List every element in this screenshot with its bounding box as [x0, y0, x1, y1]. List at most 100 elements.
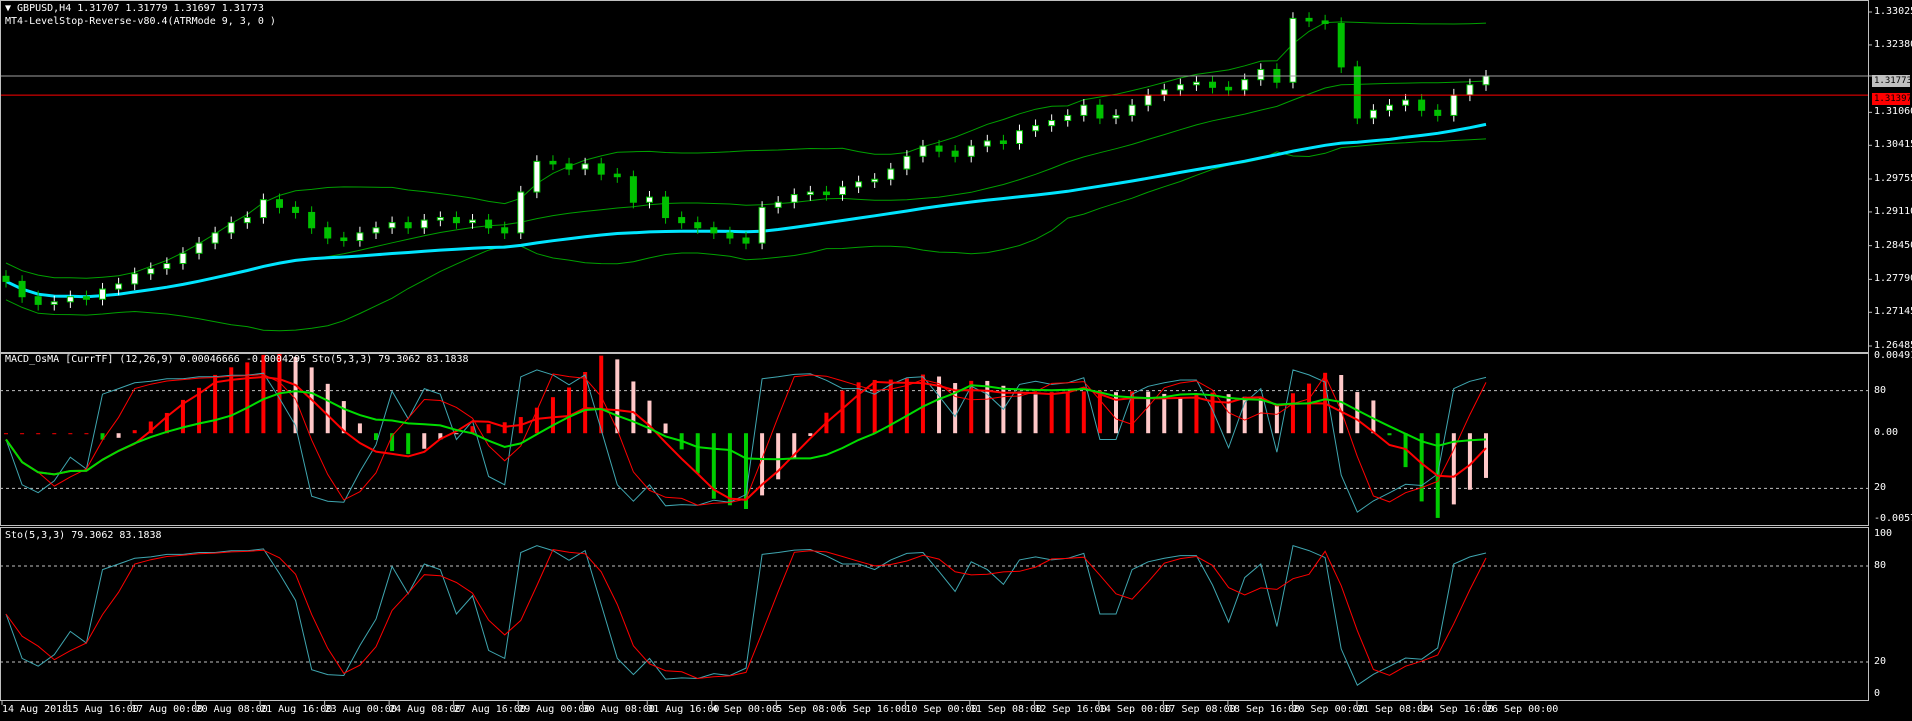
candle-body [758, 206, 766, 244]
macd-histogram-bar [1065, 392, 1070, 434]
macd-histogram-bar [1081, 391, 1086, 434]
candle-body [82, 296, 90, 300]
time-axis-label: 20 Aug 08:00 [195, 704, 268, 715]
candle-body [1434, 109, 1442, 116]
candle-body [469, 219, 477, 224]
candle-body [340, 237, 348, 242]
stochastic-axis-label: 20 [1874, 656, 1887, 667]
candle-body [1192, 81, 1200, 86]
macd-axis-label: -0.005734 [1874, 513, 1912, 524]
candle-body [887, 168, 895, 180]
candle-body [1048, 120, 1056, 127]
time-axis-label: 17 Sep 08:00 [1163, 704, 1236, 715]
candle-body [324, 227, 332, 239]
macd-histogram-bar [550, 397, 555, 434]
time-axis-label: 24 Aug 08:00 [389, 704, 462, 715]
macd-histogram-bar [116, 433, 121, 438]
macd-histogram-bar [663, 423, 668, 434]
candle-body [1080, 104, 1088, 116]
time-axis-label: 24 Sep 16:00 [1421, 704, 1494, 715]
macd-histogram-bar [856, 382, 861, 434]
macd-histogram-bar [985, 380, 990, 434]
candle-body [678, 217, 686, 224]
stochastic-axis-label: 80 [1874, 560, 1887, 571]
macd-histogram-bar [631, 381, 636, 434]
candle-body [1176, 84, 1184, 91]
candle-body [1402, 99, 1410, 106]
candle-body [243, 217, 251, 224]
price-axis-label: 1.27790 [1874, 273, 1912, 285]
macd-histogram-bar [1339, 375, 1344, 434]
price-axis-label: 1.28450 [1874, 239, 1912, 251]
macd-axis-label: 0.004913 [1874, 350, 1912, 361]
candle-body [50, 301, 58, 305]
macd-histogram-bar [261, 354, 266, 434]
candle-body [18, 280, 26, 298]
candle-body [195, 242, 203, 254]
macd-histogram-bar [325, 383, 330, 434]
stochastic-pane[interactable] [0, 545, 1868, 686]
bollinger-middle-band [5, 80, 1487, 298]
candle-body [275, 199, 283, 208]
candle-body [2, 275, 10, 282]
candle-body [742, 237, 750, 244]
candle-body [774, 201, 782, 208]
candle-body [501, 227, 509, 234]
stochastic-signal-line [5, 549, 1487, 680]
stochastic-axis-label: 0 [1874, 688, 1881, 699]
time-axis-label: 20 Sep 00:00 [1292, 704, 1365, 715]
price-pane-border [0, 0, 1869, 353]
candle-body [131, 273, 139, 285]
macd-histogram-bar [1290, 393, 1295, 434]
price-axis-label: 1.32380 [1874, 38, 1912, 50]
candle-body [227, 222, 235, 234]
time-axis-label: 5 Sep 08:00 [776, 704, 843, 715]
macd-histogram-bar [872, 379, 877, 434]
time-axis-label: 23 Aug 00:00 [324, 704, 397, 715]
candle-body [710, 227, 718, 234]
candle-body [533, 160, 541, 193]
candle-body [662, 196, 670, 219]
candle-body [404, 222, 412, 229]
time-axis-label: 18 Sep 16:00 [1227, 704, 1301, 715]
candle-body [597, 163, 605, 175]
candle-body [1112, 114, 1120, 119]
macd-axis-label: 0.00 [1874, 427, 1899, 439]
macd-axis-label: 80 [1874, 384, 1887, 396]
candle-body [1241, 79, 1249, 91]
macd-histogram-bar [36, 433, 41, 435]
time-axis-label: 17 Aug 00:00 [131, 704, 204, 715]
candle-body [452, 217, 460, 224]
candle-body [1096, 104, 1104, 119]
candle-body [871, 178, 879, 183]
time-axis-label: 31 Aug 16:00 [647, 704, 720, 715]
candle-body [1144, 94, 1152, 106]
macd-histogram-bar [1467, 433, 1472, 490]
macd-histogram-bar [20, 433, 25, 435]
macd-pane[interactable] [0, 352, 1868, 518]
macd-histogram-bar [293, 356, 298, 434]
candle-body [549, 160, 557, 165]
price-pane[interactable] [0, 12, 1868, 332]
candle-body [1353, 66, 1361, 119]
macd-histogram-bar [1162, 393, 1167, 434]
candle-body [211, 232, 219, 244]
time-axis-label: 12 Sep 16:00 [1034, 704, 1107, 715]
time-axis-label: 26 Sep 00:00 [1486, 704, 1559, 715]
candle-body [1450, 94, 1458, 116]
macd-histogram-bar [695, 433, 700, 474]
candle-body [919, 145, 927, 157]
macd-histogram-bar [904, 378, 909, 434]
candle-body [999, 140, 1007, 145]
macd-histogram-bar [567, 387, 572, 434]
price-axis-label: 1.30415 [1874, 139, 1912, 151]
time-axis-label: 30 Aug 08:00 [582, 704, 655, 715]
macd-title: MACD_OsMA [CurrTF] (12,26,9) 0.00046666 … [5, 354, 469, 365]
time-axis-label: 21 Aug 16:00 [260, 704, 333, 715]
pane-frames [0, 0, 1872, 705]
macd-histogram-bar [1114, 392, 1118, 434]
candle-body [1305, 17, 1313, 22]
macd-histogram-bar [486, 424, 491, 434]
candle-body [1128, 104, 1136, 116]
macd-histogram-bar [1258, 398, 1263, 434]
